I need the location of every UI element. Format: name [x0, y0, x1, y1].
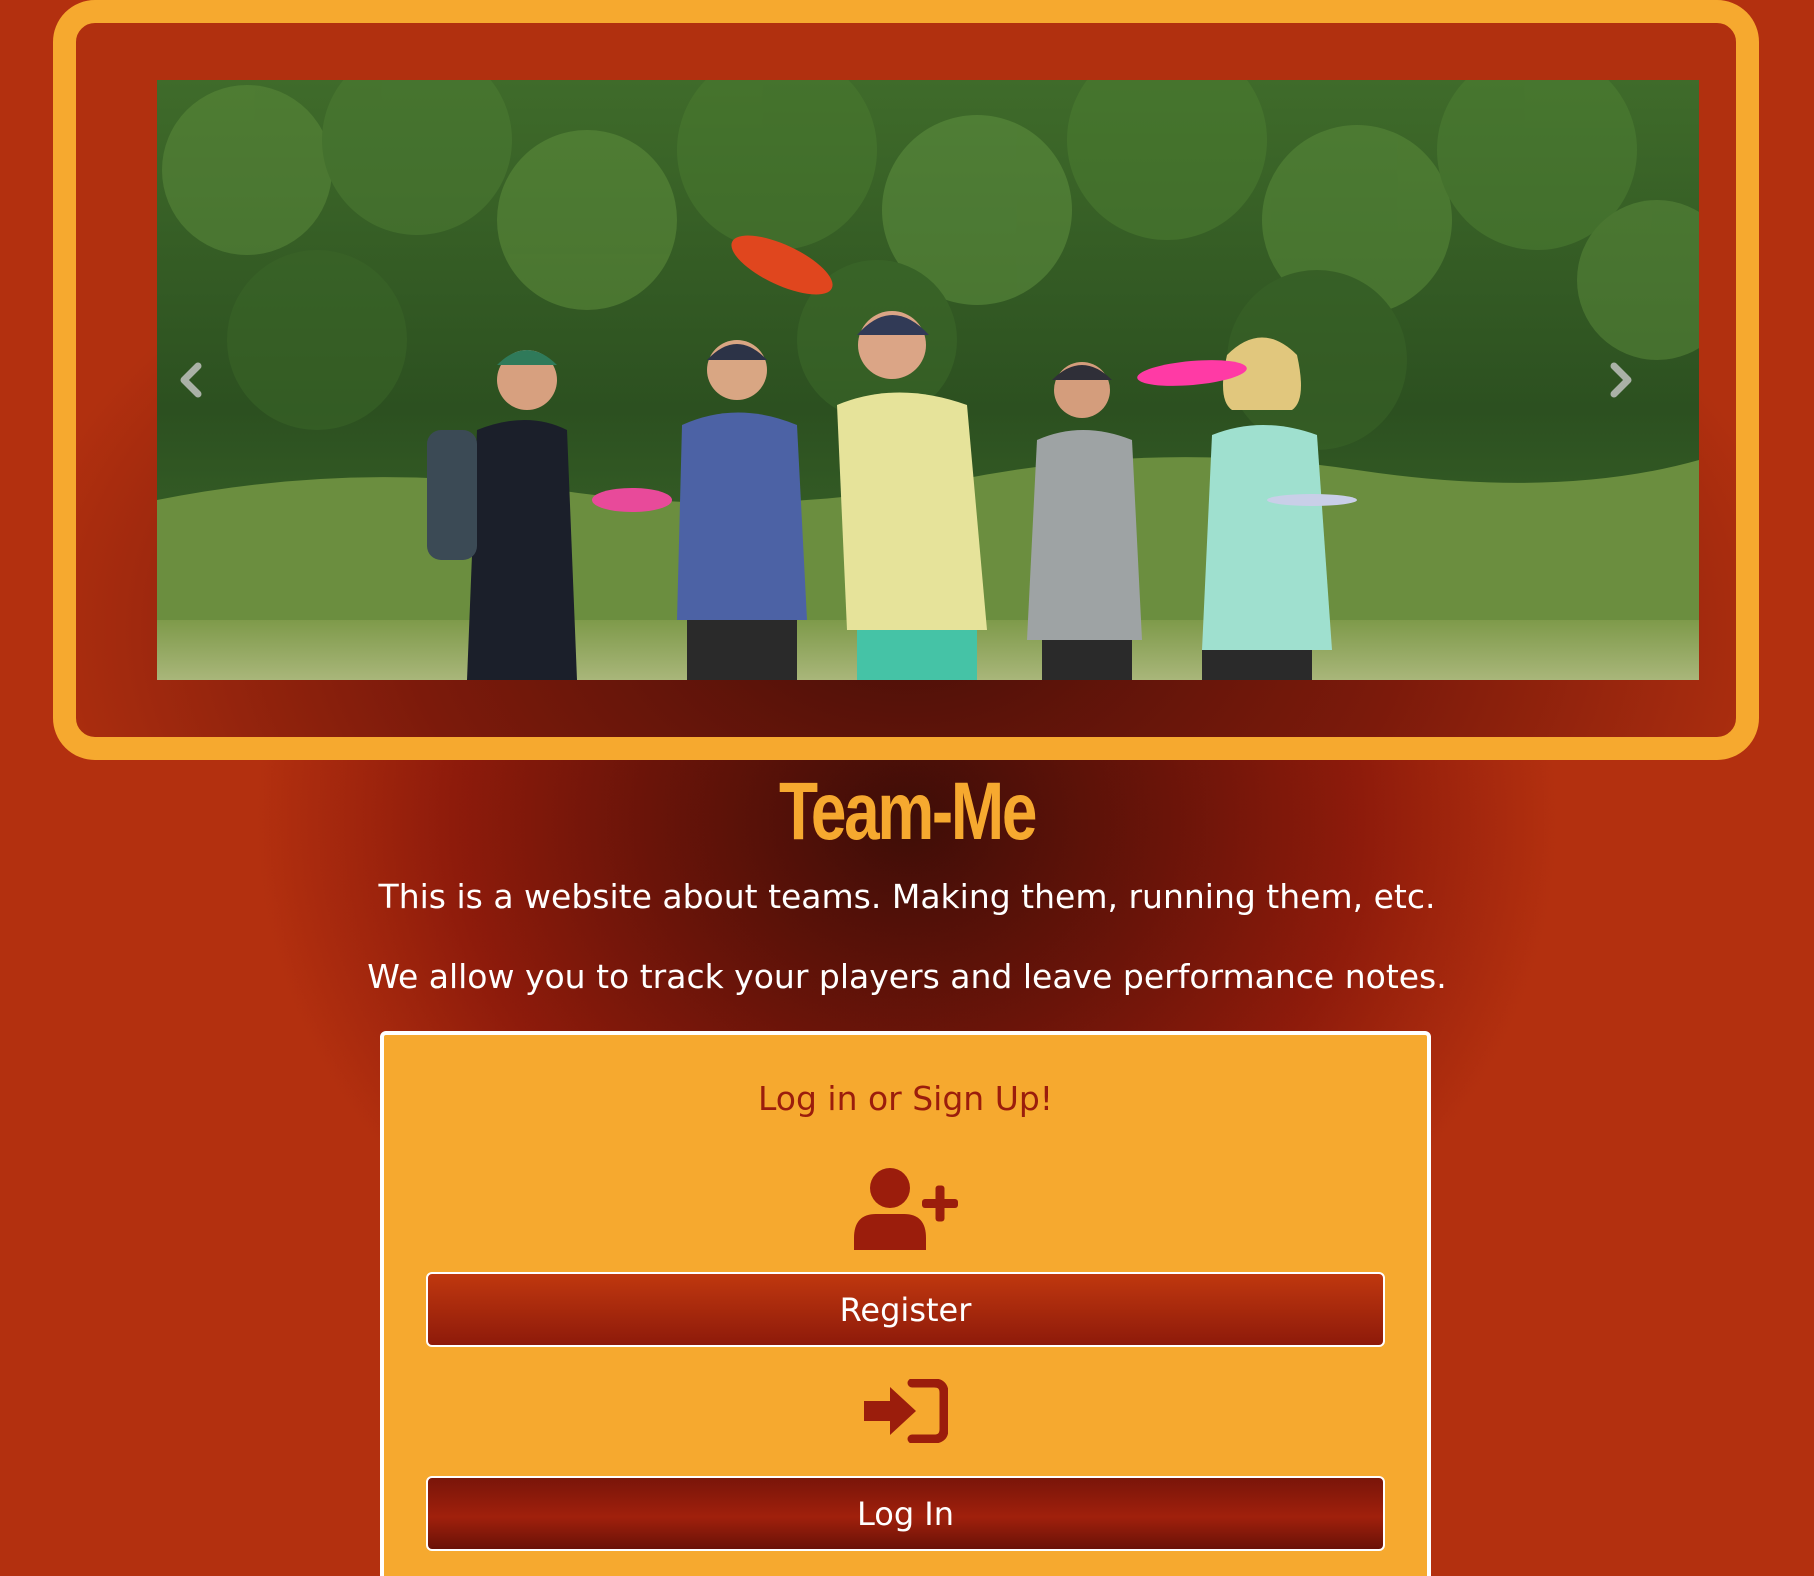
intro-text-2: We allow you to track your players and l… — [367, 957, 1447, 996]
carousel — [53, 0, 1759, 760]
chevron-left-icon — [180, 362, 202, 398]
site-title: Team-Me — [778, 766, 1037, 857]
intro-text-1: This is a website about teams. Making th… — [378, 877, 1436, 916]
auth-panel: Log in or Sign Up! Register Log In — [380, 1031, 1431, 1576]
carousel-prev-button[interactable] — [161, 350, 221, 410]
carousel-slide-image — [157, 80, 1699, 680]
user-plus-icon — [853, 1168, 958, 1250]
register-button[interactable]: Register — [426, 1272, 1385, 1347]
chevron-right-icon — [1610, 362, 1632, 398]
login-button[interactable]: Log In — [426, 1476, 1385, 1551]
auth-heading: Log in or Sign Up! — [757, 1079, 1054, 1118]
carousel-next-button[interactable] — [1591, 350, 1651, 410]
sign-in-icon — [863, 1379, 948, 1443]
